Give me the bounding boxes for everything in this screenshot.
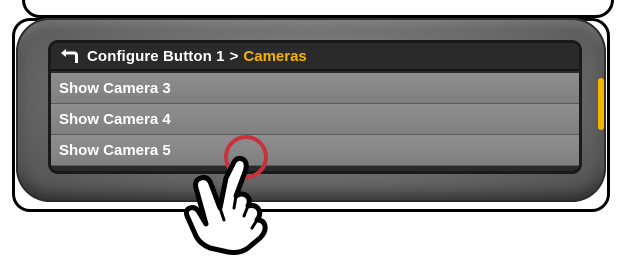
list-item-label: Show Camera 4 (59, 110, 171, 128)
list-item-show-camera-5[interactable]: Show Camera 5 (51, 135, 579, 166)
stage: Configure Button 1 > Cameras Show Camera… (0, 0, 618, 260)
list-item-label: Show Camera 3 (59, 79, 171, 97)
list-item-show-camera-3[interactable]: Show Camera 3 (51, 73, 579, 104)
previous-panel-edge (22, 0, 614, 18)
list-item-show-camera-4[interactable]: Show Camera 4 (51, 104, 579, 135)
pointing-hand-icon (183, 155, 268, 255)
breadcrumb-current: Cameras (243, 47, 307, 65)
breadcrumb-separator: > (229, 47, 239, 65)
breadcrumb: Configure Button 1 > Cameras (51, 43, 579, 71)
camera-list: Show Camera 3 Show Camera 4 Show Camera … (51, 73, 579, 166)
scrollbar[interactable] (598, 78, 604, 130)
back-arrow-icon[interactable] (59, 49, 79, 63)
breadcrumb-parent[interactable]: Configure Button 1 (87, 48, 225, 65)
device-screen: Configure Button 1 > Cameras Show Camera… (48, 40, 582, 174)
list-item-label: Show Camera 5 (59, 141, 171, 159)
